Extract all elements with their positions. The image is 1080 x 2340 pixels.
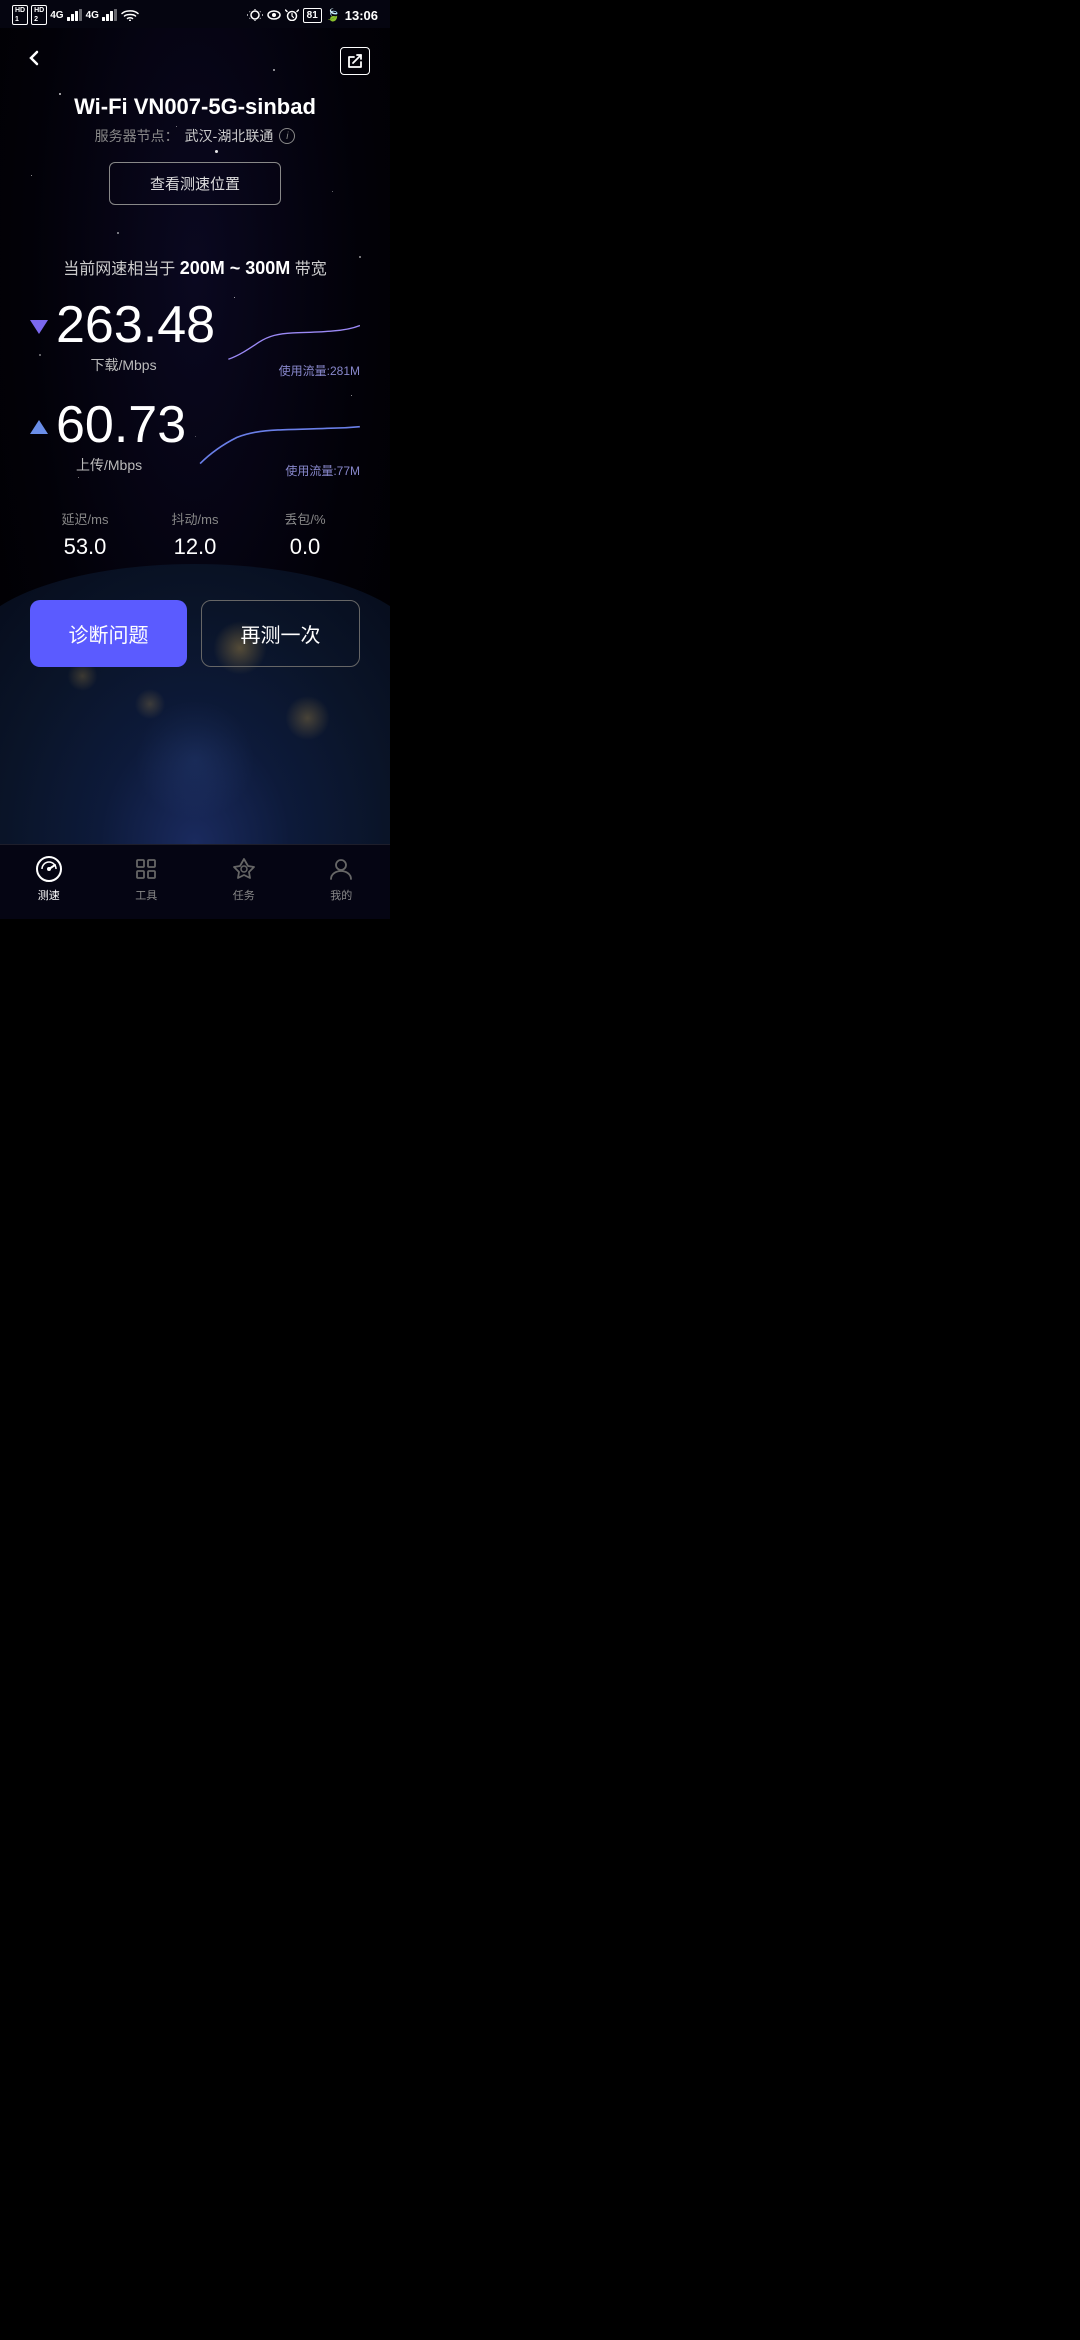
signal2: 4G <box>86 10 99 21</box>
diagnose-button[interactable]: 诊断问题 <box>30 600 187 667</box>
nav-bar <box>0 28 390 94</box>
upload-value: 60.73 <box>56 399 186 451</box>
latency-stat: 延迟/ms 53.0 <box>30 509 140 560</box>
signal-bars-icon <box>67 9 83 21</box>
nav-item-speedtest[interactable]: 测速 <box>0 855 98 903</box>
speedtest-icon <box>35 855 63 883</box>
down-arrow-icon <box>30 320 48 334</box>
download-traffic: 使用流量:281M <box>279 362 360 379</box>
info-icon: i <box>279 128 295 144</box>
upload-section: 60.73 上传/Mbps 使用流量:77M <box>30 399 360 479</box>
stats-row: 延迟/ms 53.0 抖动/ms 12.0 丢包/% 0.0 <box>30 499 360 570</box>
share-button[interactable] <box>340 47 370 75</box>
upload-traffic: 使用流量:77M <box>285 462 360 479</box>
nav-label-profile: 我的 <box>330 887 352 903</box>
alarm-icon <box>285 9 299 21</box>
nav-label-speedtest: 测速 <box>38 887 60 903</box>
leaf-icon: 🍃 <box>326 8 341 22</box>
action-buttons: 诊断问题 再测一次 <box>30 600 360 667</box>
status-bar: HD1 HD2 4G 4G <box>0 0 390 28</box>
download-indicator: 263.48 <box>30 299 215 351</box>
bottom-nav: 测速 工具 任务 我的 <box>0 844 390 919</box>
nav-label-task: 任务 <box>233 887 255 903</box>
download-value: 263.48 <box>56 299 215 351</box>
nav-item-profile[interactable]: 我的 <box>293 855 391 903</box>
time-display: 13:06 <box>345 8 378 23</box>
tools-icon <box>132 855 160 883</box>
packet-loss-stat: 丢包/% 0.0 <box>250 509 360 560</box>
jitter-value: 12.0 <box>140 534 250 560</box>
server-value: 武汉-湖北联通 <box>185 126 274 146</box>
status-left: HD1 HD2 4G 4G <box>12 5 139 25</box>
hd2-badge: HD2 <box>31 5 47 25</box>
server-label: 服务器节点： <box>95 126 179 146</box>
download-unit: 下载/Mbps <box>32 355 215 375</box>
location-button[interactable]: 查看测速位置 <box>109 162 281 205</box>
signal1: 4G <box>50 10 63 21</box>
packet-loss-value: 0.0 <box>250 534 360 560</box>
status-right: 81 🍃 13:06 <box>247 8 378 23</box>
nav-item-task[interactable]: 任务 <box>195 855 293 903</box>
download-chart: 使用流量:281M <box>225 299 360 379</box>
upload-unit: 上传/Mbps <box>32 455 186 475</box>
signal-bars2-icon <box>102 9 118 21</box>
upload-indicator: 60.73 <box>30 399 186 451</box>
eye-icon <box>267 9 281 21</box>
upload-chart: 使用流量:77M <box>196 399 360 479</box>
speed-summary: 当前网速相当于 200M ~ 300M 带宽 <box>20 255 370 279</box>
download-left: 263.48 下载/Mbps <box>30 299 215 375</box>
packet-loss-label: 丢包/% <box>250 509 360 528</box>
back-button[interactable] <box>20 44 48 78</box>
latency-value: 53.0 <box>30 534 140 560</box>
jitter-stat: 抖动/ms 12.0 <box>140 509 250 560</box>
upload-left: 60.73 上传/Mbps <box>30 399 186 475</box>
profile-icon <box>327 855 355 883</box>
nav-item-tools[interactable]: 工具 <box>98 855 196 903</box>
nav-label-tools: 工具 <box>135 887 157 903</box>
wifi-icon <box>121 9 139 21</box>
brightness-icon <box>247 9 263 21</box>
latency-label: 延迟/ms <box>30 509 140 528</box>
download-section: 263.48 下载/Mbps 使用流量:281M <box>30 299 360 379</box>
main-bg: Wi-Fi VN007-5G-sinbad 服务器节点： 武汉-湖北联通 i 查… <box>0 28 390 844</box>
task-icon <box>230 855 258 883</box>
jitter-label: 抖动/ms <box>140 509 250 528</box>
content: Wi-Fi VN007-5G-sinbad 服务器节点： 武汉-湖北联通 i 查… <box>0 94 390 667</box>
server-node: 服务器节点： 武汉-湖北联通 i <box>20 126 370 146</box>
retest-button[interactable]: 再测一次 <box>201 600 360 667</box>
share-icon <box>347 53 363 69</box>
wifi-title: Wi-Fi VN007-5G-sinbad <box>20 94 370 120</box>
battery-level: 81 <box>303 8 322 23</box>
up-arrow-icon <box>30 420 48 434</box>
hd1-badge: HD1 <box>12 5 28 25</box>
